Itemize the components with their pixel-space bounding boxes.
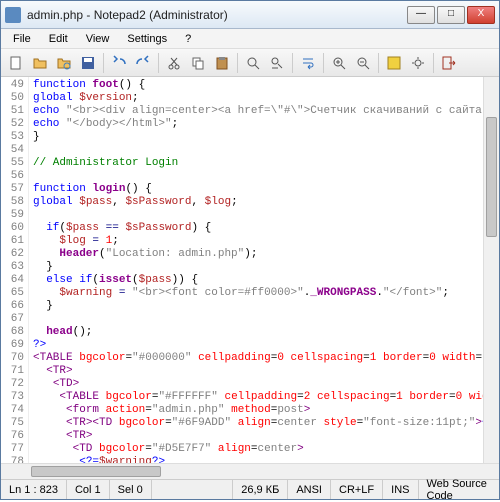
toolbar-separator — [378, 53, 379, 73]
zoomin-icon[interactable] — [328, 52, 350, 74]
wrap-icon[interactable] — [297, 52, 319, 74]
replace-icon[interactable] — [266, 52, 288, 74]
window-controls: — □ X — [407, 6, 495, 24]
window-title: admin.php - Notepad2 (Administrator) — [27, 8, 407, 22]
code-area[interactable]: function foot() {global $version;echo "<… — [29, 77, 483, 463]
paste-icon[interactable] — [211, 52, 233, 74]
copy-icon[interactable] — [187, 52, 209, 74]
close-button[interactable]: X — [467, 6, 495, 24]
status-size[interactable]: 26,9 КБ — [233, 480, 288, 499]
status-insert[interactable]: INS — [383, 480, 418, 499]
minimize-button[interactable]: — — [407, 6, 435, 24]
menubar: File Edit View Settings ? — [1, 29, 499, 49]
status-spacer — [152, 480, 234, 499]
menu-file[interactable]: File — [5, 31, 39, 47]
horizontal-scrollbar[interactable] — [1, 463, 499, 479]
menu-settings[interactable]: Settings — [119, 31, 175, 47]
status-encoding[interactable]: ANSI — [288, 480, 331, 499]
vertical-scrollbar[interactable] — [483, 77, 499, 463]
new-icon[interactable] — [5, 52, 27, 74]
status-column[interactable]: Col 1 — [67, 480, 110, 499]
menu-view[interactable]: View — [78, 31, 118, 47]
config-icon[interactable] — [407, 52, 429, 74]
toolbar — [1, 49, 499, 77]
cut-icon[interactable] — [163, 52, 185, 74]
scroll-thumb[interactable] — [31, 466, 161, 477]
menu-edit[interactable]: Edit — [41, 31, 76, 47]
toolbar-separator — [237, 53, 238, 73]
zoomout-icon[interactable] — [352, 52, 374, 74]
browse-icon[interactable] — [53, 52, 75, 74]
status-position[interactable]: Ln 1 : 823 — [1, 480, 67, 499]
app-window: admin.php - Notepad2 (Administrator) — □… — [0, 0, 500, 500]
scheme-icon[interactable] — [383, 52, 405, 74]
line-gutter: 4950515253545556575859606162636465666768… — [1, 77, 29, 463]
toolbar-separator — [433, 53, 434, 73]
undo-icon[interactable] — [108, 52, 130, 74]
find-icon[interactable] — [242, 52, 264, 74]
app-icon — [5, 7, 21, 23]
maximize-button[interactable]: □ — [437, 6, 465, 24]
scroll-thumb[interactable] — [486, 117, 497, 237]
editor[interactable]: 4950515253545556575859606162636465666768… — [1, 77, 499, 463]
titlebar[interactable]: admin.php - Notepad2 (Administrator) — □… — [1, 1, 499, 29]
toolbar-separator — [158, 53, 159, 73]
status-eol[interactable]: CR+LF — [331, 480, 383, 499]
toolbar-separator — [292, 53, 293, 73]
menu-help[interactable]: ? — [177, 31, 199, 47]
toolbar-separator — [323, 53, 324, 73]
status-selection[interactable]: Sel 0 — [110, 480, 152, 499]
statusbar: Ln 1 : 823 Col 1 Sel 0 26,9 КБ ANSI CR+L… — [1, 479, 499, 499]
status-scheme[interactable]: Web Source Code — [419, 480, 500, 499]
redo-icon[interactable] — [132, 52, 154, 74]
toolbar-separator — [103, 53, 104, 73]
save-icon[interactable] — [77, 52, 99, 74]
open-icon[interactable] — [29, 52, 51, 74]
exit-icon[interactable] — [438, 52, 460, 74]
